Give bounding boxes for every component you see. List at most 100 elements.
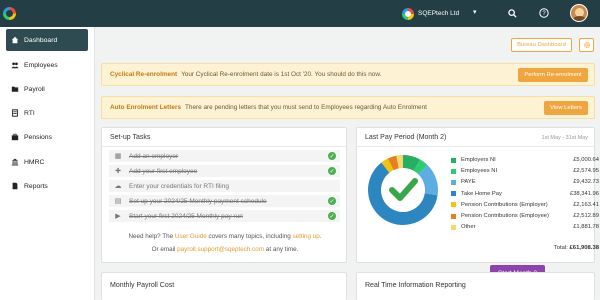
task-label: Set up your 2024/25 Monthly payment sche… [129,197,267,205]
cyclical-reenrolment-banner: Cyclical Re-enrolment Your Cyclical Re-e… [101,63,595,86]
legend-value: £38,341.96 [569,190,599,197]
file-icon [12,182,18,190]
check-icon [389,178,418,201]
legend-swatch [451,213,456,219]
home-icon [11,36,19,44]
sidebar-item-label: Reports [24,182,48,190]
auto-enrolment-letters-banner: Auto Enrolment Letters There are pending… [101,96,595,119]
legend-label: Take Home Pay [461,190,502,197]
legend-item[interactable]: Take Home Pay £38,341.96 [451,190,599,198]
total-value: £61,908.38 [569,245,599,251]
task-label: Add an employer [129,152,179,160]
help-text: . [319,233,322,240]
setting-up-link[interactable]: setting up [293,233,320,240]
app-logo[interactable] [3,7,16,20]
rti-reporting-panel: Real Time Information Reporting [356,272,595,300]
help-line-2: Or email payroll.support@sqeptech.com at… [102,246,348,253]
divider [102,146,346,147]
document-icon [12,109,18,117]
user-guide-link[interactable]: User Guide [175,233,207,240]
bureau-dashboard-button[interactable]: Bureau Dashboard [511,38,572,52]
users-icon [11,62,19,69]
total-row: Total: £61,908.38 [451,245,599,251]
main-content: Bureau Dashboard Cyclical Re-enrolment Y… [95,27,600,300]
total-label: Total: [553,245,568,251]
settings-button[interactable] [579,38,594,52]
sidebar-item-hmrc[interactable]: HMRC [6,151,88,173]
help-text: covers many topics, including [206,233,293,240]
pay-breakdown-donut-chart [368,155,438,225]
search-icon[interactable] [506,7,518,19]
check-icon: ✓ [328,197,336,205]
panel-title: Monthly Payroll Cost [110,282,175,289]
banner-text: There are pending letters that you must … [185,104,427,111]
legend-label: PAYE [461,179,476,186]
sidebar-item-label: Dashboard [24,36,58,44]
legend-swatch [451,191,456,197]
play-icon: ▶ [115,213,121,220]
task-payment-schedule[interactable]: ▤ Set up your 2024/25 Monthly payment sc… [109,195,340,207]
company-switcher[interactable]: SQEPtech Ltd [402,7,459,20]
legend-value: £5,000.64 [573,157,599,163]
sidebar-item-label: HMRC [24,158,45,166]
legend-item[interactable]: Pension Contributions (Employer) £2,163.4… [451,201,599,209]
banner-title: Auto Enrolment Letters [110,104,182,111]
sidebar-item-employees[interactable]: Employees [6,54,88,76]
legend-label: Pension Contributions (Employee) [461,213,549,219]
perform-reenrolment-button[interactable]: Perform Re-enrolment [518,68,588,82]
bank-icon [11,158,19,166]
help-text: Or email [151,246,178,253]
check-icon: ✓ [328,152,336,160]
task-add-employee[interactable]: ✚ Add your first employee ✓ [109,165,340,177]
panel-title: Last Pay Period (Month 2) [365,134,447,141]
help-icon[interactable]: ? [538,7,550,19]
task-first-pay-run[interactable]: ▶ Start your first 2024/25 Monthly pay r… [109,210,340,222]
check-icon: ✓ [328,167,336,175]
legend-item[interactable]: Employees NI £2,574.95 [451,167,599,175]
sidebar-item-payroll[interactable]: Payroll [6,78,88,100]
sidebar-item-reports[interactable]: Reports [6,175,88,197]
task-rti-credentials[interactable]: ☁ Enter your credentials for RTI filing [109,180,340,192]
cloud-icon: ☁ [114,183,122,190]
legend-swatch [451,168,456,174]
panel-title: Real Time Information Reporting [365,282,466,289]
setup-tasks-panel: Set-up Tasks ▦ Add an employer ✓ ✚ Add y… [101,127,347,263]
sidebar-item-label: Employees [24,61,58,69]
task-add-employer[interactable]: ▦ Add an employer ✓ [109,150,340,162]
folder-icon [11,86,19,92]
legend-label: Other [461,224,476,231]
support-email-link[interactable]: payroll.support@sqeptech.com [177,246,264,253]
top-bar: SQEPtech Ltd ▾ ? [0,0,600,27]
avatar[interactable] [570,4,588,22]
banner-title: Cyclical Re-enrolment [110,71,178,78]
legend-item[interactable]: Other £1,881.78 [451,223,599,231]
chevron-down-icon[interactable]: ▾ [473,8,477,16]
legend-item[interactable]: Pension Contributions (Employee) £2,512.8… [451,212,599,220]
task-label: Start your first 2024/25 Monthly pay run [129,212,243,220]
divider [357,146,594,147]
gear-icon [583,42,590,48]
help-text: at any time. [264,246,299,253]
view-letters-button[interactable]: View Letters [544,101,588,115]
sidebar-item-pensions[interactable]: Pensions [6,126,88,148]
monthly-payroll-cost-panel: Monthly Payroll Cost [101,272,347,300]
help-line-1: Need help? The User Guide covers many to… [102,233,348,240]
sidebar-item-dashboard[interactable]: Dashboard [6,29,88,51]
sidebar: Dashboard Employees Payroll RTI Pensions… [0,27,95,300]
legend-label: Employees NI [461,168,498,175]
legend-value: £1,881.78 [573,224,599,231]
legend-swatch [451,157,456,163]
legend-label: Pension Contributions (Employer) [461,201,548,208]
sidebar-item-label: Payroll [24,85,45,93]
sidebar-item-label: RTI [24,109,35,117]
date-range: 1st May - 31st May [541,135,588,141]
panel-title: Set-up Tasks [110,134,151,141]
add-user-icon: ✚ [115,168,121,175]
legend-item[interactable]: PAYE £9,432.73 [451,178,599,186]
sidebar-item-rti[interactable]: RTI [6,102,88,124]
task-label: Enter your credentials for RTI filing [129,182,229,190]
legend-swatch [451,202,456,208]
banner-text: Your Cyclical Re-enrolment date is 1st O… [181,71,382,78]
legend-value: £2,512.89 [573,213,599,219]
legend-item[interactable]: Employers NI £5,000.64 [451,156,599,164]
